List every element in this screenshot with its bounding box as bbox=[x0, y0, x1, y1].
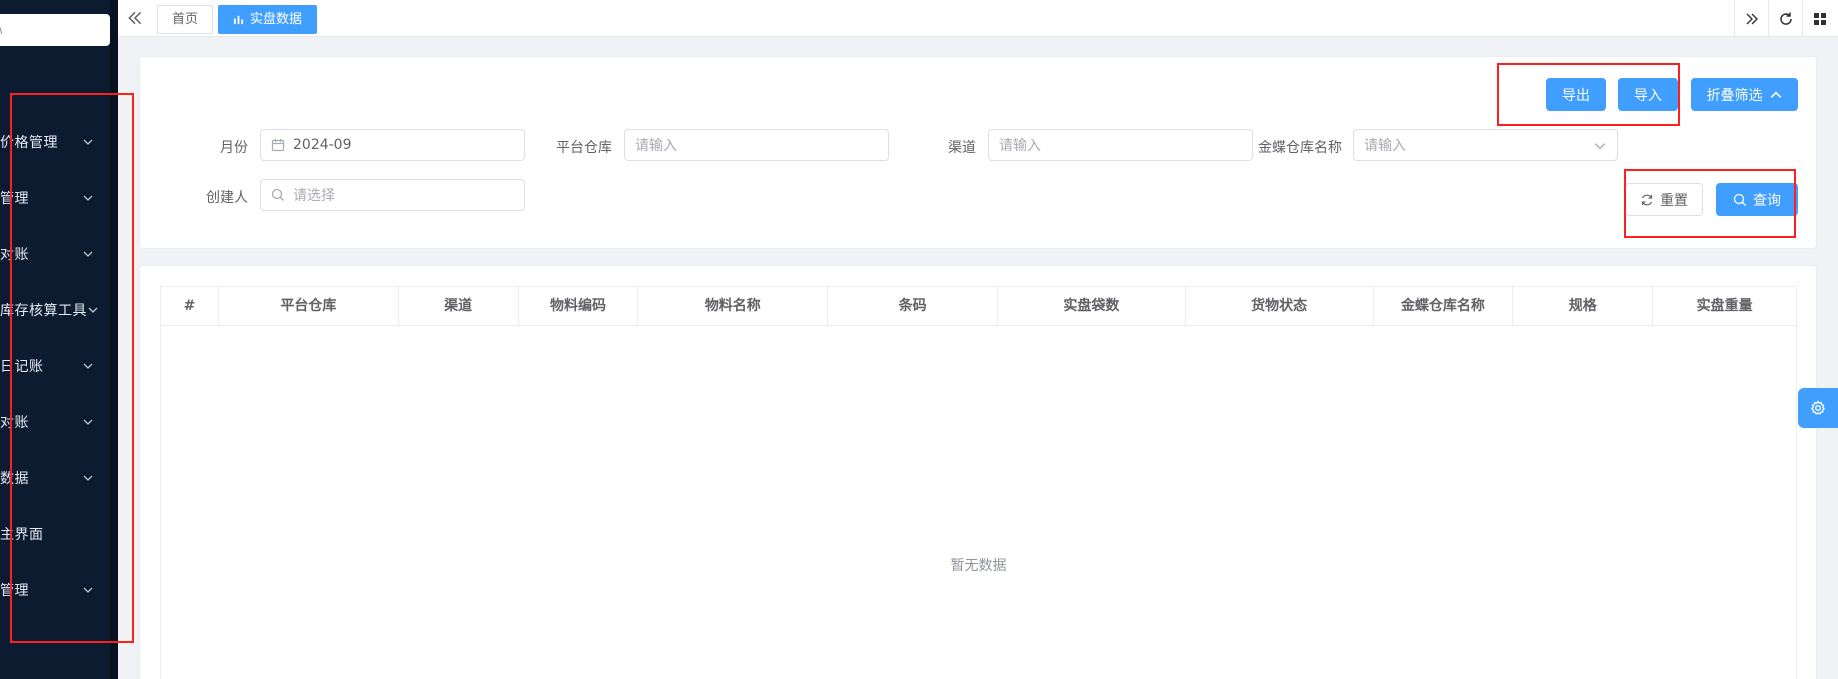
chevron-down-icon bbox=[1593, 139, 1606, 151]
sidebar-menu-label: 价格管理 bbox=[0, 135, 58, 151]
refresh-icon bbox=[1641, 194, 1653, 205]
sidebar-menu-label: 库存核算工具 bbox=[0, 303, 87, 319]
table-column-header: 物料名称 bbox=[638, 287, 829, 325]
platform-warehouse-label: 平台仓库 bbox=[556, 140, 612, 156]
table-column-header: 货物状态 bbox=[1186, 287, 1374, 325]
sidebar-menu-label: 对账 bbox=[0, 415, 29, 431]
tab-stocktake-data[interactable]: 实盘数据 bbox=[218, 5, 318, 34]
creator-placeholder: 请选择 bbox=[293, 188, 335, 204]
kingdee-warehouse-label: 金蝶仓库名称 bbox=[1258, 140, 1342, 156]
table-column-header: 规格 bbox=[1513, 287, 1654, 325]
sidebar-menu-item[interactable]: 数据 bbox=[0, 450, 110, 506]
reset-button[interactable]: 重置 bbox=[1625, 183, 1703, 216]
sidebar-menu-label: 日记账 bbox=[0, 359, 44, 375]
table-column-header: 实盘重量 bbox=[1696, 298, 1753, 314]
tab-bar: 首页 实盘数据 bbox=[118, 0, 1838, 37]
sidebar-menu-label: 对账 bbox=[0, 247, 29, 263]
table-column-header: 渠道 bbox=[399, 287, 519, 325]
channel-placeholder: 请输入 bbox=[999, 138, 1041, 154]
chevron-down-icon bbox=[82, 360, 94, 372]
search-icon bbox=[1733, 193, 1746, 206]
export-button[interactable]: 导出 bbox=[1546, 78, 1606, 111]
chevron-down-icon bbox=[82, 248, 94, 260]
chevron-down-icon bbox=[82, 416, 94, 428]
reset-label: 重置 bbox=[1660, 192, 1688, 209]
import-button[interactable]: 导入 bbox=[1618, 78, 1678, 111]
grid-menu-icon[interactable] bbox=[1802, 0, 1836, 37]
creator-select[interactable]: 请选择 bbox=[260, 179, 525, 211]
tab-stocktake-label: 实盘数据 bbox=[250, 12, 303, 27]
platform-warehouse-placeholder: 请输入 bbox=[635, 138, 677, 154]
sidebar-edge bbox=[110, 0, 118, 679]
sidebar-menu-item[interactable]: 对账 bbox=[0, 226, 110, 282]
sidebar: \ 价格管理管理对账库存核算工具日记账对账数据主界面管理 bbox=[0, 0, 118, 679]
refresh-icon[interactable] bbox=[1768, 0, 1802, 37]
kingdee-warehouse-placeholder: 请输入 bbox=[1364, 138, 1406, 154]
collapse-filter-button[interactable]: 折叠筛选 bbox=[1691, 78, 1798, 111]
chevron-down-icon bbox=[82, 584, 94, 596]
query-button[interactable]: 查询 bbox=[1716, 183, 1798, 216]
table-column-header: 平台仓库 bbox=[219, 287, 399, 325]
bar-chart-icon bbox=[233, 15, 244, 25]
sidebar-menu-label: 管理 bbox=[0, 583, 29, 599]
month-value: 2024-09 bbox=[293, 137, 352, 153]
sidebar-menu-item[interactable]: 主界面 bbox=[0, 506, 110, 562]
kingdee-warehouse-select[interactable]: 请输入 bbox=[1353, 129, 1618, 161]
sidebar-menu-label: 数据 bbox=[0, 471, 29, 487]
collapse-filter-label: 折叠筛选 bbox=[1706, 87, 1763, 104]
chevron-down-icon bbox=[82, 136, 94, 148]
sidebar-menu-item[interactable]: 对账 bbox=[0, 394, 110, 450]
creator-label: 创建人 bbox=[206, 190, 248, 206]
chevron-down-icon bbox=[82, 192, 94, 204]
empty-text: 暂无数据 bbox=[950, 558, 1007, 574]
month-label: 月份 bbox=[220, 140, 248, 156]
sidebar-menu-item[interactable]: 管理 bbox=[0, 170, 110, 226]
channel-label: 渠道 bbox=[948, 140, 976, 156]
sidebar-menu-item[interactable]: 管理 bbox=[0, 562, 110, 618]
sidebar-menu-item[interactable]: 库存核算工具 bbox=[0, 282, 110, 338]
sidebar-search-input[interactable]: \ bbox=[0, 14, 110, 46]
table-column-header: # bbox=[161, 287, 219, 325]
tab-home[interactable]: 首页 bbox=[157, 5, 214, 34]
sidebar-menu-label: 主界面 bbox=[0, 527, 44, 543]
month-picker[interactable]: 2024-09 bbox=[260, 129, 525, 161]
sidebar-menu-item[interactable]: 日记账 bbox=[0, 338, 110, 394]
sidebar-menu-item[interactable]: 价格管理 bbox=[0, 114, 110, 170]
scroll-right-icon[interactable] bbox=[1734, 0, 1768, 37]
table-column-header: 金蝶仓库名称 bbox=[1374, 287, 1514, 325]
chevron-up-icon bbox=[1770, 91, 1781, 98]
filter-panel: 导出 导入 折叠筛选 月份 2024-09 平台仓库 请输入 渠道 请输入 金蝶… bbox=[139, 56, 1817, 249]
query-label: 查询 bbox=[1753, 192, 1781, 209]
settings-gear-icon[interactable] bbox=[1798, 388, 1838, 428]
platform-warehouse-input[interactable]: 请输入 bbox=[624, 129, 889, 161]
table-column-header: 实盘袋数 bbox=[998, 287, 1186, 325]
table-body: 暂无数据 bbox=[160, 325, 1797, 679]
search-icon bbox=[271, 188, 284, 201]
calendar-icon bbox=[271, 139, 285, 152]
sidebar-menu: 价格管理 管理 对账 库存核算工具 日记账 对账 数据 主界面 管理 bbox=[0, 114, 110, 618]
table-column-header: 物料编码 bbox=[519, 287, 639, 325]
table-header: # 平台仓库 渠道 物料编码 物料名称 条码 实盘袋数 货物状态 金蝶仓库名称 规格 实盘重量 bbox=[160, 286, 1797, 326]
table-panel: # 平台仓库 渠道 物料编码 物料名称 条码 实盘袋数 货物状态 金蝶仓库名称 规格 实盘重量 暂无… bbox=[139, 265, 1817, 679]
chevron-down-icon bbox=[82, 472, 94, 484]
channel-input[interactable]: 请输入 bbox=[988, 129, 1253, 161]
chevron-down-icon bbox=[87, 304, 99, 316]
collapse-left-icon[interactable] bbox=[126, 9, 146, 29]
table-column-header: 条码 bbox=[828, 287, 998, 325]
sidebar-menu-label: 管理 bbox=[0, 191, 29, 207]
